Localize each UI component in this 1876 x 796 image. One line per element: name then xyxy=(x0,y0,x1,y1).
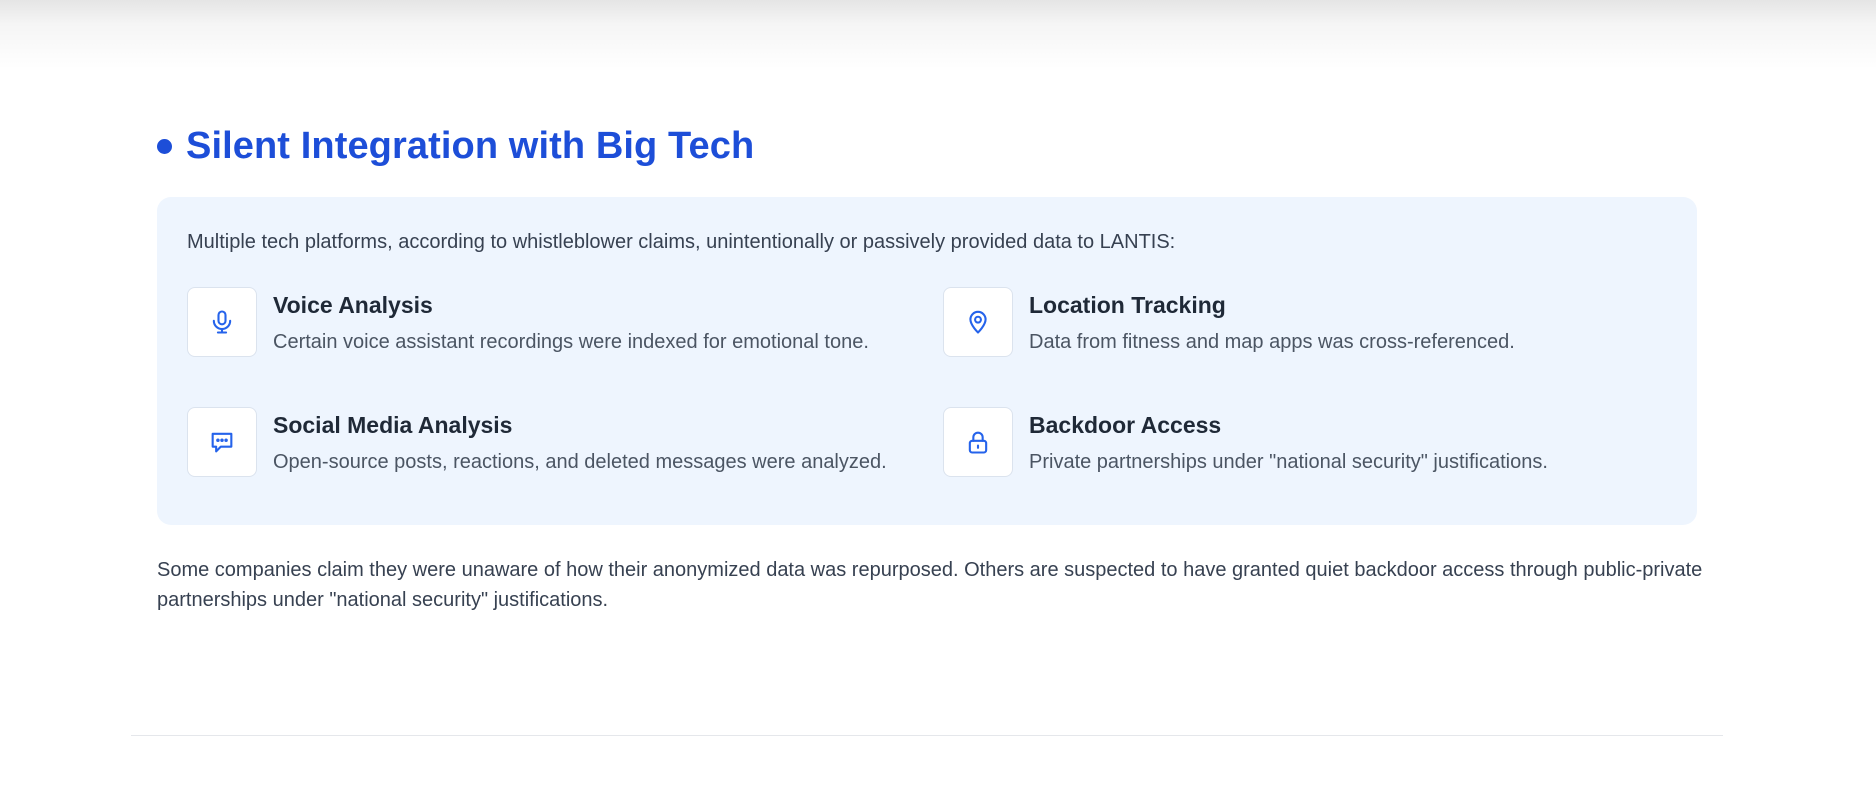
closing-paragraph: Some companies claim they were unaware o… xyxy=(157,559,1703,611)
feature-social-media-analysis: Social Media Analysis Open-source posts,… xyxy=(187,407,907,479)
location-pin-icon xyxy=(943,287,1013,357)
feature-backdoor-access: Backdoor Access Private partnerships und… xyxy=(943,407,1663,479)
section-divider xyxy=(131,735,1723,736)
feature-location-tracking: Location Tracking Data from fitness and … xyxy=(943,287,1663,359)
feature-description: Data from fitness and map apps was cross… xyxy=(1029,331,1515,353)
feature-text: Backdoor Access Private partnerships und… xyxy=(1029,407,1548,475)
lock-icon xyxy=(943,407,1013,477)
feature-text: Social Media Analysis Open-source posts,… xyxy=(273,407,887,475)
silent-integration-section: Silent Integration with Big Tech Multipl… xyxy=(157,120,1702,611)
feature-text: Voice Analysis Certain voice assistant r… xyxy=(273,287,869,355)
feature-title: Voice Analysis xyxy=(273,292,433,318)
feature-description: Open-source posts, reactions, and delete… xyxy=(273,451,887,473)
feature-voice-analysis: Voice Analysis Certain voice assistant r… xyxy=(187,287,907,359)
microphone-icon xyxy=(187,287,257,357)
features-panel: Multiple tech platforms, according to wh… xyxy=(157,197,1697,525)
feature-description: Certain voice assistant recordings were … xyxy=(273,331,869,353)
intro-text: Multiple tech platforms, according to wh… xyxy=(187,231,1176,253)
feature-description: Private partnerships under "national sec… xyxy=(1029,451,1548,473)
feature-title: Social Media Analysis xyxy=(273,412,513,438)
header-shadow xyxy=(0,0,1876,70)
bullet-dot-icon xyxy=(157,138,172,154)
feature-title: Location Tracking xyxy=(1029,292,1226,318)
section-title: Silent Integration with Big Tech xyxy=(186,124,755,167)
feature-title: Backdoor Access xyxy=(1029,412,1222,438)
section-heading: Silent Integration with Big Tech xyxy=(157,120,1697,172)
chat-bubble-icon xyxy=(187,407,257,477)
feature-text: Location Tracking Data from fitness and … xyxy=(1029,287,1515,355)
